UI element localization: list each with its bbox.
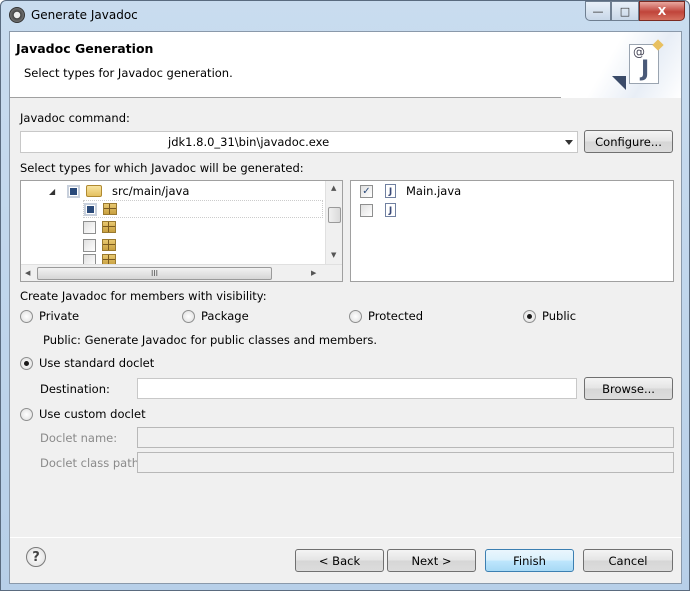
tree-node-label: src/main/java xyxy=(112,184,190,198)
tree-checkbox[interactable] xyxy=(83,254,96,264)
eclipse-icon xyxy=(9,7,25,23)
radio-button[interactable] xyxy=(20,407,33,421)
doclet-classpath-input[interactable] xyxy=(137,452,674,473)
source-folder-icon xyxy=(86,185,102,197)
java-file-icon: J xyxy=(385,203,396,217)
radio-standard-doclet[interactable]: Use standard doclet xyxy=(20,356,154,370)
visibility-label: Create Javadoc for members with visibili… xyxy=(20,289,267,303)
radio-label: Use standard doclet xyxy=(39,356,155,370)
chevron-down-icon[interactable] xyxy=(565,140,573,145)
footer-divider xyxy=(10,537,681,538)
radio-button[interactable] xyxy=(20,309,33,323)
type-checkbox[interactable] xyxy=(360,203,373,217)
radio-private[interactable]: Private xyxy=(20,309,79,323)
tree-node-package[interactable] xyxy=(83,254,126,264)
package-icon xyxy=(103,203,117,215)
list-item-label: Main.java xyxy=(406,184,462,198)
radio-button[interactable] xyxy=(20,356,33,370)
type-list[interactable]: ✓ J Main.java J xyxy=(350,180,674,282)
radio-label: Public xyxy=(542,309,577,323)
help-icon: ? xyxy=(32,549,40,565)
expand-triangle-icon[interactable]: ◢ xyxy=(49,187,57,196)
configure-button[interactable]: Configure... xyxy=(584,130,673,153)
java-file-icon: J xyxy=(385,184,396,198)
generate-javadoc-dialog: Generate Javadoc — □ X Javadoc Generatio… xyxy=(0,0,690,591)
back-button[interactable]: < Back xyxy=(295,549,384,572)
j-glyph: J xyxy=(641,57,650,82)
javadoc-icon: @ J xyxy=(629,39,664,84)
radio-label: Package xyxy=(201,309,249,323)
tree-horizontal-scrollbar[interactable]: ◀ III ▶ xyxy=(21,264,342,281)
package-tree[interactable]: ◢ src/main/java ▲ ▼ ◀ III ▶ xyxy=(20,180,343,282)
tree-node-package[interactable] xyxy=(83,236,126,254)
minimize-button[interactable]: — xyxy=(585,1,611,21)
radio-protected[interactable]: Protected xyxy=(349,309,423,323)
scrollbar-thumb[interactable] xyxy=(328,207,341,223)
doclet-name-label: Doclet name: xyxy=(40,431,118,445)
doclet-classpath-label: Doclet class path: xyxy=(40,456,143,470)
radio-label: Private xyxy=(39,309,80,323)
doclet-name-input[interactable] xyxy=(137,427,674,448)
wizard-corner-icon xyxy=(612,76,626,90)
scroll-down-icon[interactable]: ▼ xyxy=(331,251,336,259)
wizard-header: Javadoc Generation Select types for Java… xyxy=(10,32,681,98)
close-icon: X xyxy=(657,4,667,18)
destination-label: Destination: xyxy=(40,382,110,396)
window-controls: — □ X xyxy=(585,1,685,21)
list-item[interactable]: J xyxy=(360,201,406,219)
javadoc-command-label: Javadoc command: xyxy=(20,111,130,125)
title-bar[interactable]: Generate Javadoc — □ X xyxy=(1,1,689,30)
window-title: Generate Javadoc xyxy=(31,8,138,22)
scrollbar-thumb[interactable]: III xyxy=(37,267,272,280)
radio-button[interactable] xyxy=(182,309,195,323)
help-button[interactable]: ? xyxy=(26,547,46,567)
package-icon xyxy=(102,239,116,251)
radio-label: Use custom doclet xyxy=(39,407,146,421)
maximize-button[interactable]: □ xyxy=(611,1,639,21)
list-item-main-java[interactable]: ✓ J Main.java xyxy=(360,182,461,200)
scroll-left-icon[interactable]: ◀ xyxy=(25,269,30,277)
radio-package[interactable]: Package xyxy=(182,309,249,323)
tree-node-package[interactable] xyxy=(83,200,323,218)
radio-custom-doclet[interactable]: Use custom doclet xyxy=(20,407,146,421)
tree-node-package[interactable] xyxy=(83,218,126,236)
package-icon xyxy=(102,221,116,233)
radio-button[interactable] xyxy=(349,309,362,323)
tree-checkbox[interactable] xyxy=(67,184,80,198)
type-checkbox[interactable]: ✓ xyxy=(360,184,373,198)
javadoc-command-value: jdk1.8.0_31\bin\javadoc.exe xyxy=(168,135,330,149)
package-icon xyxy=(102,254,116,264)
visibility-description: Public: Generate Javadoc for public clas… xyxy=(43,333,378,347)
cancel-button[interactable]: Cancel xyxy=(583,549,673,572)
finish-button[interactable]: Finish xyxy=(485,549,574,572)
tree-checkbox[interactable] xyxy=(83,238,96,252)
types-label: Select types for which Javadoc will be g… xyxy=(20,161,304,175)
scroll-up-icon[interactable]: ▲ xyxy=(331,184,336,192)
destination-input[interactable] xyxy=(137,378,577,399)
tree-node-src-main-java[interactable]: ◢ src/main/java xyxy=(49,182,189,200)
tree-checkbox[interactable] xyxy=(84,202,97,216)
tree-vertical-scrollbar[interactable]: ▲ ▼ xyxy=(325,181,342,265)
page-title: Javadoc Generation xyxy=(16,41,154,56)
browse-button[interactable]: Browse... xyxy=(584,377,673,400)
dialog-body: Javadoc Generation Select types for Java… xyxy=(9,31,682,584)
close-button[interactable]: X xyxy=(639,1,685,21)
tree-checkbox[interactable] xyxy=(83,220,96,234)
radio-label: Protected xyxy=(368,309,424,323)
radio-public[interactable]: Public xyxy=(523,309,576,323)
maximize-icon: □ xyxy=(619,4,631,18)
minimize-icon: — xyxy=(592,4,604,18)
scroll-right-icon[interactable]: ▶ xyxy=(311,269,316,277)
next-button[interactable]: Next > xyxy=(387,549,476,572)
page-subtitle: Select types for Javadoc generation. xyxy=(24,66,233,80)
javadoc-command-combo[interactable]: jdk1.8.0_31\bin\javadoc.exe xyxy=(20,131,578,153)
radio-button[interactable] xyxy=(523,309,536,323)
